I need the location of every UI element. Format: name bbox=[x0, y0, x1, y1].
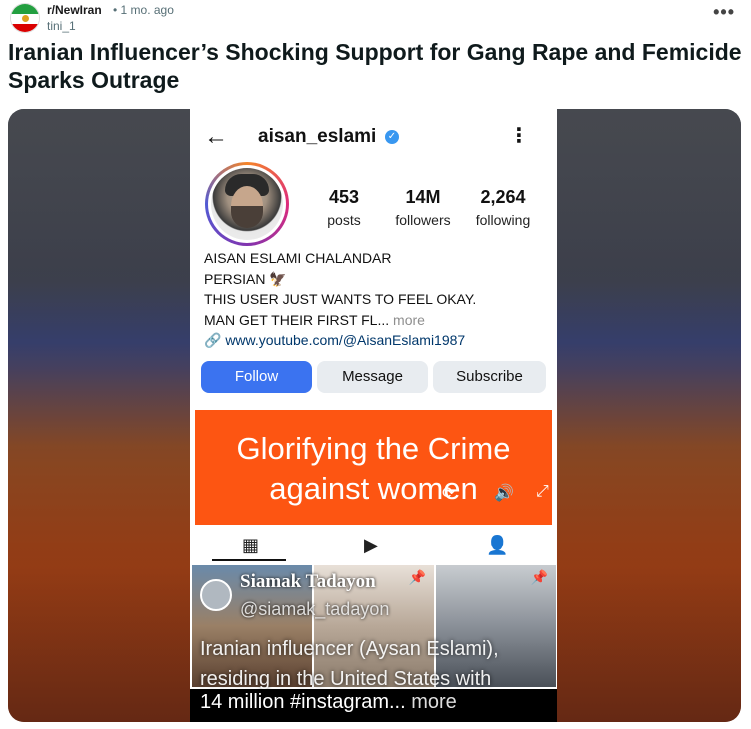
message-button: Message bbox=[317, 361, 428, 393]
stat-followers-value: 14M bbox=[405, 187, 441, 207]
stat-posts-value: 453 bbox=[328, 187, 360, 207]
profile-picture bbox=[205, 162, 289, 246]
back-arrow-icon: ← bbox=[204, 123, 228, 150]
emblem-icon bbox=[22, 15, 29, 22]
subscribe-button: Subscribe bbox=[433, 361, 546, 393]
bio-link: 🔗 www.youtube.com/@AisanEslami1987 bbox=[204, 332, 466, 348]
caption-last-line-wrap: 14 million #instagram... more bbox=[200, 691, 457, 714]
more-options-button[interactable]: ••• bbox=[713, 2, 735, 23]
overlay-banner: Glorifying the Crime against women bbox=[195, 410, 552, 525]
tweet-author-handle: @siamak_tadayon bbox=[240, 599, 390, 619]
tagged-icon: 👤 bbox=[486, 535, 509, 555]
bio-line-3: MAN GET THEIR FIRST FL... bbox=[204, 311, 390, 328]
caption-text: Iranian influencer (Aysan Eslami), resid… bbox=[200, 638, 499, 690]
instagram-screenshot: ← aisan_eslami ✓ ⋮ 453 posts 14M followe… bbox=[190, 109, 557, 722]
stat-followers-label: followers bbox=[395, 212, 451, 228]
caption-bottom-bar[interactable]: 14 million #instagram... more bbox=[190, 689, 557, 722]
subreddit-name[interactable]: r/NewIran bbox=[47, 3, 102, 17]
caption-more-link[interactable]: more bbox=[411, 691, 457, 713]
post-author[interactable]: tini_1 bbox=[47, 19, 76, 33]
stat-following: 2,264 following bbox=[470, 187, 536, 228]
replay-icon[interactable]: ⟳ bbox=[442, 483, 455, 503]
bio-more: more bbox=[393, 311, 425, 328]
verified-badge-icon: ✓ bbox=[385, 130, 399, 144]
stat-following-label: following bbox=[475, 212, 531, 228]
bio-name: AISAN ESLAMI CHALANDAR bbox=[204, 250, 392, 266]
bio-line-3-wrap: MAN GET THEIR FIRST FL... more bbox=[204, 310, 544, 331]
bio-line-2: THIS USER JUST WANTS TO FEEL OKAY. bbox=[204, 291, 477, 307]
stat-posts-label: posts bbox=[327, 212, 361, 228]
profile-tabs: ▦ ▶ 👤 bbox=[190, 527, 557, 561]
reels-icon: ▶ bbox=[364, 535, 378, 555]
stat-posts: 453 posts bbox=[319, 187, 369, 228]
caption-last-line: 14 million #instagram... bbox=[200, 691, 406, 713]
media-blur-left bbox=[8, 109, 190, 722]
volume-icon[interactable]: 🔊 bbox=[494, 483, 514, 503]
subreddit-avatar[interactable] bbox=[10, 3, 40, 33]
post-time: • 1 mo. ago bbox=[113, 3, 174, 17]
post-header: r/NewIran • 1 mo. ago tini_1 ••• bbox=[10, 0, 741, 36]
active-tab-indicator bbox=[212, 559, 286, 561]
post-title[interactable]: Iranian Influencer’s Shocking Support fo… bbox=[8, 38, 743, 94]
grid-icon: ▦ bbox=[242, 535, 260, 555]
fullscreen-icon[interactable]: ⤢ bbox=[536, 483, 549, 501]
post-media[interactable]: ← aisan_eslami ✓ ⋮ 453 posts 14M followe… bbox=[8, 109, 741, 722]
stat-followers: 14M followers bbox=[389, 187, 457, 228]
instagram-top-bar: ← aisan_eslami ✓ ⋮ bbox=[190, 109, 557, 159]
kebab-menu-icon: ⋮ bbox=[509, 125, 529, 147]
banner-line-1: Glorifying the Crime bbox=[236, 431, 511, 466]
media-blur-right bbox=[557, 109, 741, 722]
tweet-author-name: Siamak Tadayon bbox=[240, 571, 376, 592]
follow-button: Follow bbox=[201, 361, 312, 393]
profile-bio: AISAN ESLAMI CHALANDAR PERSIAN 🦅 THIS US… bbox=[204, 248, 544, 351]
stat-following-value: 2,264 bbox=[480, 187, 526, 207]
instagram-username: aisan_eslami bbox=[258, 126, 377, 147]
bio-line-1: PERSIAN 🦅 bbox=[204, 270, 287, 287]
video-caption: Siamak Tadayon @siamak_tadayon Iranian i… bbox=[190, 571, 557, 722]
